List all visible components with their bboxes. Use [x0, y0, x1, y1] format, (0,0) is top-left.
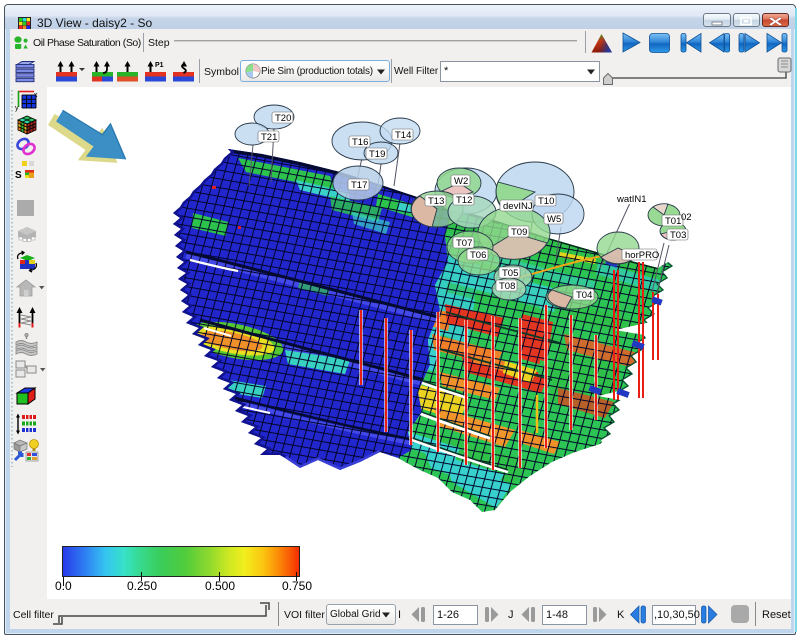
svg-text:T10: T10	[538, 196, 554, 207]
svg-text:P1: P1	[155, 62, 164, 69]
svg-text:T19: T19	[369, 149, 385, 160]
svg-text:W2: W2	[454, 176, 468, 187]
svg-text:T07: T07	[456, 238, 472, 249]
svg-text:02: 02	[681, 212, 692, 223]
svg-text:T16: T16	[352, 137, 368, 148]
svg-text:horPRO: horPRO	[625, 250, 659, 261]
svg-text:T14: T14	[395, 130, 411, 141]
svg-text:T21: T21	[261, 132, 277, 143]
svg-text:y: y	[15, 105, 19, 112]
svg-text:T08: T08	[499, 281, 515, 292]
svg-text:T13: T13	[428, 196, 444, 207]
svg-text:T04: T04	[576, 290, 592, 301]
svg-text:watIN1: watIN1	[616, 194, 647, 205]
svg-text:T03: T03	[670, 230, 686, 241]
svg-text:T20: T20	[275, 113, 291, 124]
svg-text:T17: T17	[351, 180, 367, 191]
svg-text:devINJ: devINJ	[503, 201, 533, 212]
svg-text:T05: T05	[502, 268, 518, 279]
svg-text:T12: T12	[456, 195, 472, 206]
svg-text:S: S	[15, 170, 22, 181]
svg-text:W5: W5	[547, 214, 561, 225]
svg-text:T01: T01	[665, 216, 681, 227]
svg-text:T09: T09	[511, 227, 527, 238]
svg-text:T06: T06	[470, 250, 486, 261]
